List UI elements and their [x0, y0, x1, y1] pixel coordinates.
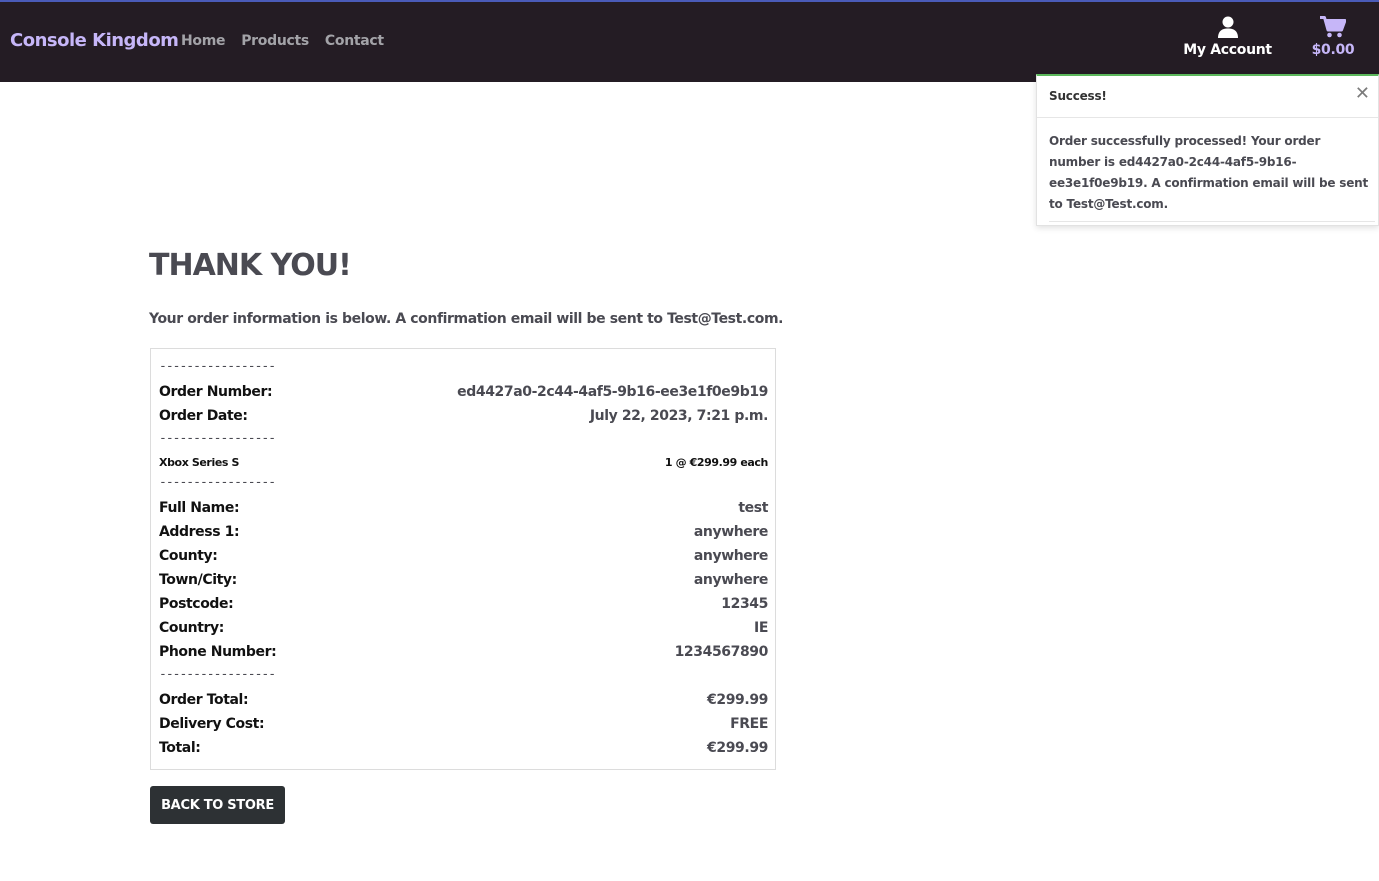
cart-link[interactable]: $0.00: [1300, 16, 1366, 58]
order-date-value: July 22, 2023, 7:21 p.m.: [589, 408, 769, 424]
town-row: Town/City: anywhere: [159, 572, 768, 592]
intro-text: Your order information is below. A confi…: [149, 311, 784, 327]
brand-logo[interactable]: Console Kingdom: [10, 30, 179, 51]
my-account-label: My Account: [1183, 42, 1272, 58]
grand-total-value: €299.99: [707, 740, 768, 756]
cart-total: $0.00: [1311, 42, 1355, 58]
item-name: Xbox Series S: [159, 456, 239, 469]
nav-link-contact[interactable]: Contact: [325, 33, 384, 49]
toast-header: Success! ✕: [1037, 76, 1378, 118]
shopping-cart-icon: [1320, 16, 1346, 38]
address1-label: Address 1:: [159, 524, 240, 540]
user-icon: [1217, 16, 1238, 38]
address1-value: anywhere: [693, 524, 769, 540]
delivery-label: Delivery Cost:: [159, 716, 265, 732]
address1-row: Address 1: anywhere: [159, 524, 768, 544]
full-name-value: test: [738, 500, 768, 516]
order-receipt: ----------------- Order Number: ed4427a0…: [150, 348, 776, 770]
postcode-row: Postcode: 12345: [159, 596, 768, 616]
receipt-separator: -----------------: [159, 359, 276, 374]
full-name-label: Full Name:: [159, 500, 240, 516]
toast-title: Success!: [1049, 89, 1107, 103]
close-icon[interactable]: ✕: [1355, 84, 1370, 104]
town-label: Town/City:: [159, 572, 237, 588]
country-label: Country:: [159, 620, 224, 636]
item-qty-price: 1 @ €299.99 each: [664, 456, 768, 469]
page-title: THANK YOU!: [149, 248, 352, 283]
nav-link-home[interactable]: Home: [181, 33, 226, 49]
grand-total-row: Total: €299.99: [159, 740, 768, 760]
phone-row: Phone Number: 1234567890: [159, 644, 768, 664]
postcode-label: Postcode:: [159, 596, 234, 612]
nav-links: Home Products Contact: [181, 33, 384, 49]
order-total-row: Order Total: €299.99: [159, 692, 768, 712]
receipt-separator: -----------------: [159, 431, 276, 446]
country-value: IE: [754, 620, 768, 636]
county-row: County: anywhere: [159, 548, 768, 568]
grand-total-label: Total:: [159, 740, 201, 756]
order-total-label: Order Total:: [159, 692, 249, 708]
delivery-value: FREE: [730, 716, 768, 732]
order-number-value: ed4427a0-2c44-4af5-9b16-ee3e1f0e9b19: [457, 384, 768, 400]
order-date-row: Order Date: July 22, 2023, 7:21 p.m.: [159, 408, 768, 428]
phone-value: 1234567890: [674, 644, 769, 660]
order-total-value: €299.99: [707, 692, 768, 708]
delivery-row: Delivery Cost: FREE: [159, 716, 768, 736]
back-to-store-button[interactable]: BACK TO STORE: [150, 786, 285, 824]
my-account-link[interactable]: My Account: [1180, 16, 1275, 58]
receipt-separator: -----------------: [159, 475, 276, 490]
phone-label: Phone Number:: [159, 644, 277, 660]
nav-link-products[interactable]: Products: [241, 33, 309, 49]
full-name-row: Full Name: test: [159, 500, 768, 520]
county-label: County:: [159, 548, 218, 564]
line-item-row: Xbox Series S 1 @ €299.99 each: [159, 456, 768, 476]
toast-message: Order successfully processed! Your order…: [1049, 131, 1375, 222]
country-row: Country: IE: [159, 620, 768, 640]
navbar: Console Kingdom Home Products Contact My…: [0, 2, 1379, 82]
postcode-value: 12345: [721, 596, 768, 612]
town-value: anywhere: [693, 572, 769, 588]
receipt-separator: -----------------: [159, 667, 276, 682]
order-number-label: Order Number:: [159, 384, 273, 400]
order-number-row: Order Number: ed4427a0-2c44-4af5-9b16-ee…: [159, 384, 768, 404]
order-date-label: Order Date:: [159, 408, 248, 424]
county-value: anywhere: [693, 548, 769, 564]
success-toast: Success! ✕ Order successfully processed!…: [1036, 74, 1379, 226]
